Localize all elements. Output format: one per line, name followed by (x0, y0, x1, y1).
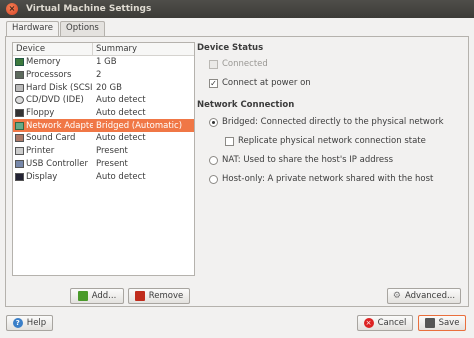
column-header-device[interactable]: Device (13, 43, 93, 55)
device-name: Processors (26, 70, 72, 81)
connected-label: Connected (222, 59, 268, 69)
save-icon (424, 318, 435, 328)
connected-checkbox[interactable]: Connected (209, 59, 268, 69)
replicate-state-label: Replicate physical network connection st… (238, 136, 426, 146)
usb-icon (15, 159, 24, 168)
device-row-cd-dvd[interactable]: CD/DVD (IDE) Auto detect (13, 94, 194, 107)
cancel-button[interactable]: × Cancel (357, 315, 413, 331)
replicate-state-checkbox[interactable]: Replicate physical network connection st… (225, 136, 426, 146)
device-name: Floppy (26, 108, 55, 119)
device-name: Display (26, 171, 58, 182)
title-bar: × Virtual Machine Settings (0, 0, 474, 18)
window-title: Virtual Machine Settings (26, 4, 152, 14)
cd-dvd-icon (15, 96, 24, 105)
plus-icon (77, 291, 88, 301)
network-adapter-icon (15, 121, 24, 130)
network-connection-heading: Network Connection (197, 100, 295, 110)
device-list[interactable]: Device Summary Memory 1 GB Processors 2 … (12, 42, 195, 276)
device-row-printer[interactable]: Printer Present (13, 145, 194, 158)
bridged-label: Bridged: Connected directly to the physi… (222, 117, 444, 127)
tab-bar: Hardware Options (6, 21, 106, 37)
device-summary: Auto detect (96, 171, 146, 182)
connect-at-power-on-label: Connect at power on (222, 78, 311, 88)
device-row-sound-card[interactable]: Sound Card Auto detect (13, 132, 194, 145)
device-name: Hard Disk (SCSI) (26, 82, 93, 93)
host-only-label: Host-only: A private network shared with… (222, 174, 434, 184)
remove-button-label: Remove (148, 291, 184, 301)
printer-icon (15, 147, 24, 156)
display-icon (15, 172, 24, 181)
device-name: CD/DVD (IDE) (26, 95, 84, 106)
device-status-heading: Device Status (197, 43, 264, 53)
minus-icon (134, 291, 145, 301)
nat-label: NAT: Used to share the host's IP address (222, 155, 394, 165)
device-summary: 20 GB (96, 82, 122, 93)
advanced-button-label: Advanced... (404, 291, 456, 301)
cancel-icon: × (363, 318, 374, 328)
device-name: Network Adapter (26, 120, 93, 131)
help-button[interactable]: ? Help (6, 315, 53, 331)
device-summary: Auto detect (96, 95, 146, 106)
device-summary: Auto detect (96, 133, 146, 144)
save-button-label: Save (438, 318, 460, 328)
device-name: USB Controller (26, 158, 88, 169)
cancel-button-label: Cancel (377, 318, 407, 328)
device-name: Sound Card (26, 133, 76, 144)
network-settings-icon: ⚙ (392, 291, 401, 301)
host-only-radio-button[interactable] (209, 174, 218, 184)
device-row-display[interactable]: Display Auto detect (13, 170, 194, 183)
memory-icon (15, 58, 24, 67)
hardware-pane: Device Summary Memory 1 GB Processors 2 … (5, 36, 469, 307)
device-row-memory[interactable]: Memory 1 GB (13, 56, 194, 69)
device-row-hard-disk[interactable]: Hard Disk (SCSI) 20 GB (13, 81, 194, 94)
host-only-radio[interactable]: Host-only: A private network shared with… (209, 174, 433, 184)
column-header-summary[interactable]: Summary (93, 43, 137, 55)
device-summary: Auto detect (96, 108, 146, 119)
replicate-state-checkbox-box[interactable] (225, 136, 234, 146)
bridged-radio-button[interactable] (209, 117, 218, 127)
device-row-usb-controller[interactable]: USB Controller Present (13, 158, 194, 171)
sound-card-icon (15, 134, 24, 143)
device-summary: Bridged (Automatic) (96, 120, 183, 131)
bridged-radio[interactable]: Bridged: Connected directly to the physi… (209, 117, 444, 127)
save-button[interactable]: Save (418, 315, 466, 331)
nat-radio[interactable]: NAT: Used to share the host's IP address (209, 155, 393, 165)
connect-at-power-on-checkbox-box[interactable]: ✓ (209, 78, 218, 88)
remove-button[interactable]: Remove (128, 288, 190, 304)
add-button[interactable]: Add... (70, 288, 124, 304)
advanced-button[interactable]: ⚙ Advanced... (387, 288, 461, 304)
device-summary: Present (96, 158, 128, 169)
nat-radio-button[interactable] (209, 155, 218, 165)
hard-disk-icon (15, 83, 24, 92)
tab-options[interactable]: Options (60, 21, 105, 36)
device-row-network-adapter[interactable]: Network Adapter Bridged (Automatic) (13, 119, 194, 133)
device-row-floppy[interactable]: Floppy Auto detect (13, 107, 194, 120)
device-row-processors[interactable]: Processors 2 (13, 69, 194, 82)
floppy-icon (15, 109, 24, 118)
help-icon: ? (12, 318, 23, 328)
device-summary: 2 (96, 70, 102, 81)
device-name: Printer (26, 146, 55, 157)
connect-at-power-on-checkbox[interactable]: ✓ Connect at power on (209, 78, 311, 88)
help-button-label: Help (26, 318, 47, 328)
connected-checkbox-box[interactable] (209, 59, 218, 69)
tab-hardware[interactable]: Hardware (6, 21, 60, 37)
device-list-header: Device Summary (13, 43, 194, 56)
device-summary: Present (96, 146, 128, 157)
device-name: Memory (26, 57, 61, 68)
add-button-label: Add... (91, 291, 117, 301)
device-summary: 1 GB (96, 57, 117, 68)
window-close-button[interactable]: × (6, 3, 18, 15)
processor-icon (15, 71, 24, 80)
